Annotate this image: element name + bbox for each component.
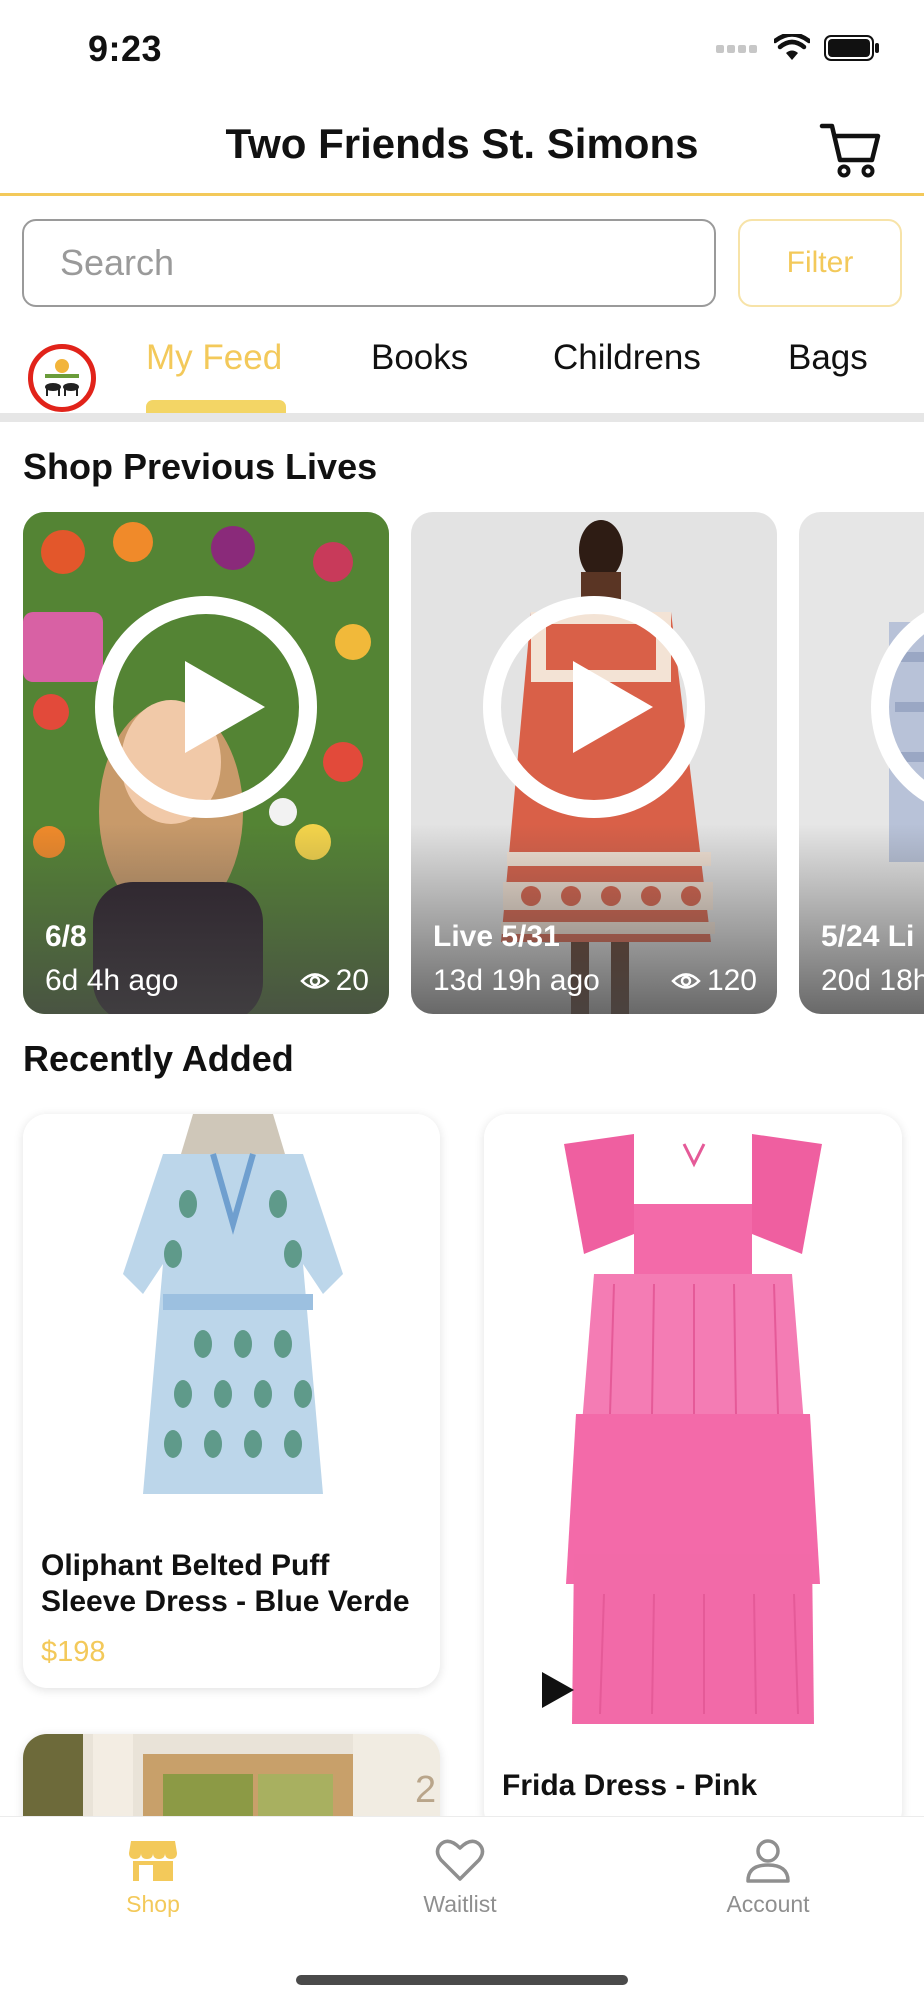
store-icon [129,1841,177,1881]
live-card[interactable]: 6/8 6d 4h ago 20 [23,512,389,1014]
eye-icon [299,973,330,989]
bottom-tab-bar: Shop Waitlist Account [0,1816,924,2000]
product-name: Oliphant Belted Puff Sleeve Dress - Blue… [41,1548,410,1620]
tab-childrens[interactable]: Childrens [553,338,701,378]
live-card[interactable]: 5/24 Li 20d 18h [799,512,924,1014]
product-name: Frida Dress - Pink [502,1769,758,1802]
tab-books[interactable]: Books [371,338,468,378]
signal-icon [716,45,757,53]
store-logo-image [45,359,79,396]
product-card[interactable]: Frida Dress - Pink [484,1114,902,1834]
app-header: Two Friends St. Simons [0,100,924,196]
live-card[interactable]: Live 5/31 13d 19h ago 120 [411,512,777,1014]
cart-icon [819,123,881,178]
svg-text:2: 2 [415,1769,436,1811]
view-count: 120 [706,964,757,997]
recently-added-heading: Recently Added [23,1038,294,1079]
live-time-ago: 13d 19h ago [433,964,600,997]
product-name-line: Sleeve Dress - Blue Verde [41,1585,410,1618]
page-title: Two Friends St. Simons [225,120,699,167]
live-time-ago: 20d 18h [821,964,924,997]
status-bar: 9:23 [0,0,924,100]
tab-my-feed[interactable]: My Feed [146,338,282,378]
cart-button[interactable] [818,118,882,182]
product-name-line: Oliphant Belted Puff [41,1549,330,1582]
tabbar-shop[interactable]: Shop [63,1837,243,1918]
filter-button[interactable]: Filter [738,219,902,307]
tabs-divider [0,413,924,422]
person-icon [746,1839,790,1883]
view-count: 20 [335,964,369,997]
tabbar-waitlist-label: Waitlist [423,1891,497,1917]
live-time-ago: 6d 4h ago [45,964,179,997]
live-title: 5/24 Li [821,920,915,953]
tabbar-waitlist[interactable]: Waitlist [370,1837,550,1918]
tabbar-shop-label: Shop [126,1891,180,1917]
wifi-icon [774,34,810,60]
home-indicator[interactable] [296,1975,628,1985]
active-tab-indicator [146,400,286,414]
product-card[interactable]: Oliphant Belted Puff Sleeve Dress - Blue… [23,1114,440,1688]
tabbar-account-label: Account [726,1891,810,1917]
eye-icon [671,973,701,989]
play-icon [185,661,265,753]
battery-icon [824,35,879,61]
live-title: Live 5/31 [433,920,560,953]
heart-icon [435,1839,485,1881]
live-view-count: 120 [671,964,757,998]
store-logo[interactable] [28,344,96,412]
tabbar-account[interactable]: Account [678,1837,858,1918]
product-price: $198 [41,1636,106,1668]
product-image [484,1114,902,1734]
status-icons [716,34,880,62]
live-view-count: 20 [299,964,369,998]
tab-bags[interactable]: Bags [788,338,868,378]
previous-lives-heading: Shop Previous Lives [23,446,378,487]
play-icon[interactable] [540,1670,576,1710]
live-title: 6/8 [45,920,87,953]
status-time: 9:23 [88,28,163,69]
category-tabs: My Feed Books Childrens Bags [0,330,924,420]
product-image [23,1114,440,1514]
play-icon [573,661,653,753]
search-input[interactable] [22,219,716,307]
